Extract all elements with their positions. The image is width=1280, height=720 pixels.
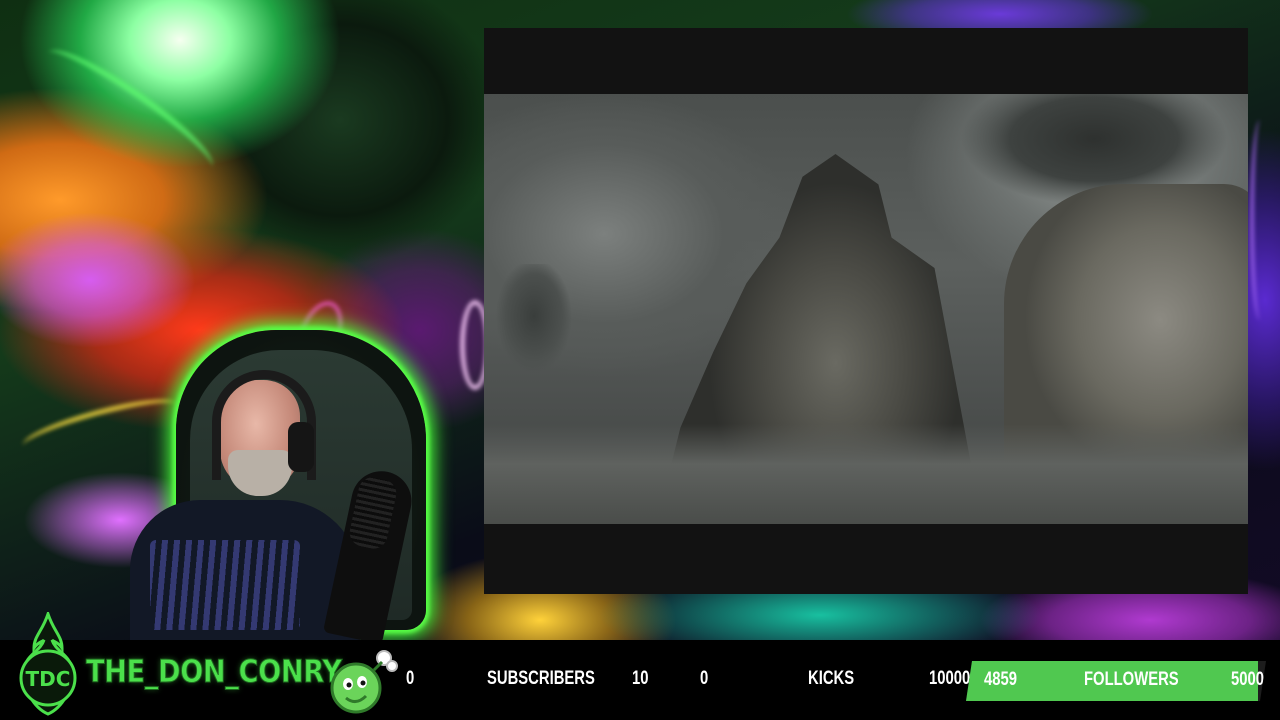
webcam-feed xyxy=(130,330,426,650)
followers-goal-bar: 4859 FOLLOWERS 5000 xyxy=(966,661,1266,701)
subscribers-label: SUBSCRIBERS xyxy=(487,668,595,689)
video-frame xyxy=(484,94,1248,524)
kicks-current: 0 xyxy=(700,668,709,689)
kicks-label: KICKS xyxy=(808,668,855,689)
tree-silhouette xyxy=(494,264,574,394)
headset-earcup xyxy=(288,422,314,472)
video-player[interactable] xyxy=(484,28,1248,594)
followers-goal: 5000 xyxy=(1231,669,1264,690)
svg-text:TDC: TDC xyxy=(26,667,71,691)
tdc-logo-icon: TDC xyxy=(19,612,77,716)
foreground-haze xyxy=(484,424,1248,524)
channel-name: THE_DON_CONRY xyxy=(86,654,343,691)
mascot-icon xyxy=(330,650,398,714)
kicks-goal: 10000 xyxy=(929,668,971,689)
followers-current: 4859 xyxy=(984,669,1017,690)
shirt-print xyxy=(150,540,300,630)
subscribers-current: 0 xyxy=(406,668,415,689)
followers-label: FOLLOWERS xyxy=(1084,669,1179,690)
subscribers-goal: 10 xyxy=(632,668,649,689)
